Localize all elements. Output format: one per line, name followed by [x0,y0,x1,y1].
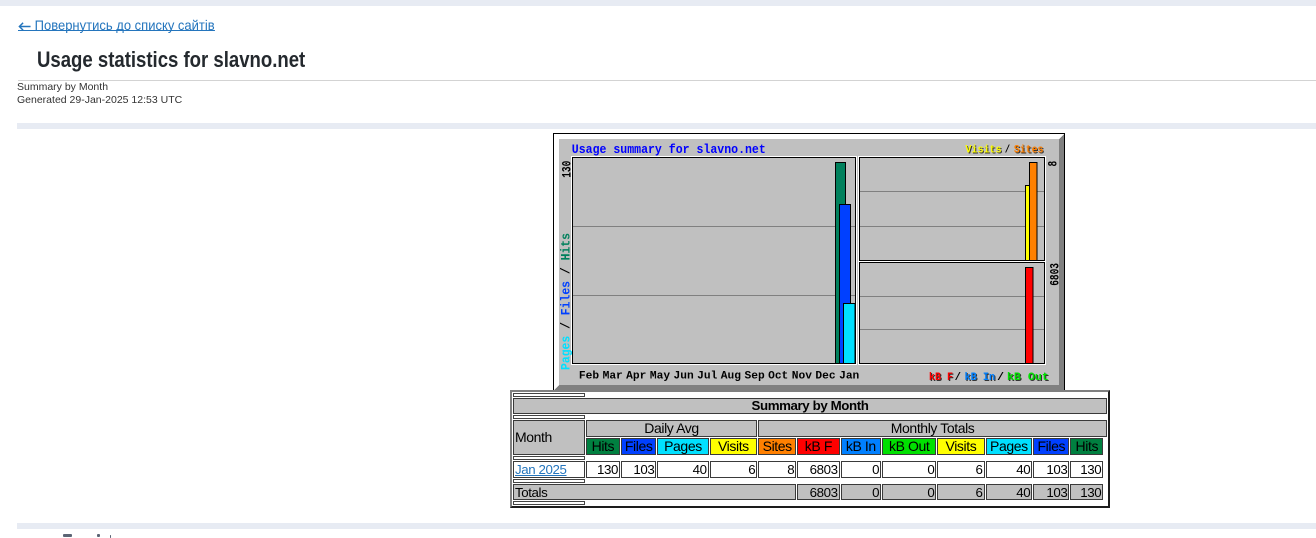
svg-text:Dec: Dec [815,371,835,383]
svg-text:130: 130 [561,161,575,178]
svg-text:Jan: Jan [839,371,859,383]
svg-text:/: / [1004,144,1010,156]
svg-text:/: / [997,372,1004,384]
svg-text:Sep: Sep [744,371,765,383]
svg-text:Nov: Nov [791,371,812,383]
svg-text:Jul: Jul [697,371,718,383]
svg-text:6803: 6803 [1049,263,1063,286]
svg-text:Visits: Visits [965,144,1001,156]
svg-text:Oct: Oct [768,371,788,383]
svg-text:kB F: kB F [928,372,952,384]
svg-text:Feb: Feb [578,371,599,383]
svg-text:Pages / Files / Hits: Pages / Files / Hits [559,233,573,370]
svg-text:/: / [954,372,961,384]
svg-text:Usage summary for slavno.net: Usage summary for slavno.net [571,142,765,157]
svg-text:Aug: Aug [720,371,740,383]
svg-text:kB Out: kB Out [1006,372,1048,384]
svg-text:kB In: kB In [964,372,995,384]
svg-text:May: May [649,371,670,383]
svg-text:Sites: Sites [1013,144,1043,156]
svg-text:Apr: Apr [626,371,646,383]
svg-text:Mar: Mar [602,371,622,383]
svg-text:Jun: Jun [673,371,693,383]
svg-text:8: 8 [1047,161,1061,167]
